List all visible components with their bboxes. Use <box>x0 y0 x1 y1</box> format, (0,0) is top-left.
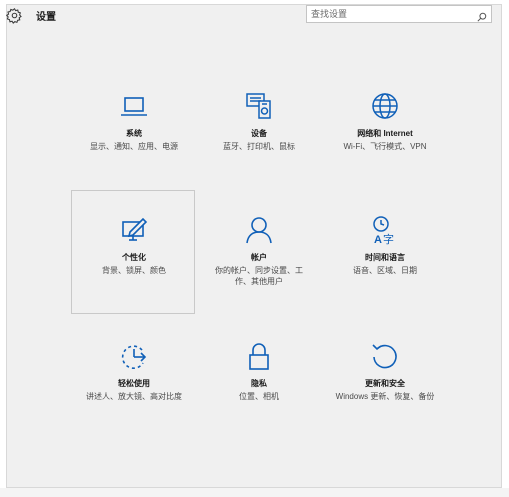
update-icon <box>370 341 400 371</box>
tile-privacy[interactable]: 隐私 位置、相机 <box>196 316 320 440</box>
tile-label: 更新和安全 <box>365 379 405 388</box>
tile-description: Windows 更新、恢复、备份 <box>335 392 435 401</box>
tile-label: 系统 <box>126 129 142 138</box>
tile-devices[interactable]: 设备 蓝牙、打印机、鼠标 <box>196 66 320 190</box>
tile-label: 帐户 <box>251 253 267 262</box>
tile-description: 蓝牙、打印机、鼠标 <box>223 142 295 151</box>
svg-text:字: 字 <box>383 232 394 245</box>
search-box[interactable] <box>306 5 492 23</box>
window-bottom-edge <box>0 488 509 497</box>
tile-time-language[interactable]: A 字 时间和语言 语音、区域、日期 <box>322 190 446 314</box>
tile-description: 讲述人、放大镜、高对比度 <box>86 392 182 401</box>
title-bar: 设置 <box>5 7 56 24</box>
tile-network[interactable]: 网络和 Internet Wi-Fi、飞行模式、VPN <box>322 66 446 190</box>
tile-label: 轻松使用 <box>118 379 150 388</box>
tile-label: 网络和 Internet <box>357 129 413 138</box>
gear-icon <box>5 7 23 24</box>
svg-text:A: A <box>374 234 382 245</box>
tile-description: 位置、相机 <box>239 392 279 401</box>
tile-ease-of-access[interactable]: 轻松使用 讲述人、放大镜、高对比度 <box>71 316 195 440</box>
tile-personalization[interactable]: 个性化 背景、锁屏、颜色 <box>71 190 195 314</box>
person-icon <box>244 215 274 245</box>
tile-description: 你的帐户、同步设置、工作、其他用户 <box>215 266 303 286</box>
lock-icon <box>244 341 274 371</box>
personalization-icon <box>119 215 149 245</box>
tile-accounts[interactable]: 帐户 你的帐户、同步设置、工作、其他用户 <box>196 190 320 314</box>
tile-system[interactable]: 系统 显示、通知、应用、电源 <box>71 66 195 190</box>
globe-icon <box>370 91 400 121</box>
tile-label: 设备 <box>251 129 267 138</box>
page-title: 设置 <box>36 12 56 23</box>
ease-of-access-icon <box>119 341 149 371</box>
search-input[interactable] <box>307 6 477 22</box>
tile-label: 个性化 <box>122 253 146 262</box>
time-language-icon: A 字 <box>370 215 400 246</box>
search-icon[interactable] <box>477 9 487 22</box>
tile-update-security[interactable]: 更新和安全 Windows 更新、恢复、备份 <box>322 316 446 440</box>
tile-description: 显示、通知、应用、电源 <box>90 142 178 151</box>
devices-icon <box>244 91 274 121</box>
laptop-icon <box>119 91 149 121</box>
tile-description: Wi-Fi、飞行模式、VPN <box>343 142 427 151</box>
tile-label: 时间和语言 <box>365 253 405 262</box>
tile-description: 语音、区域、日期 <box>353 266 417 275</box>
tile-description: 背景、锁屏、颜色 <box>102 266 166 275</box>
tile-label: 隐私 <box>251 379 267 388</box>
